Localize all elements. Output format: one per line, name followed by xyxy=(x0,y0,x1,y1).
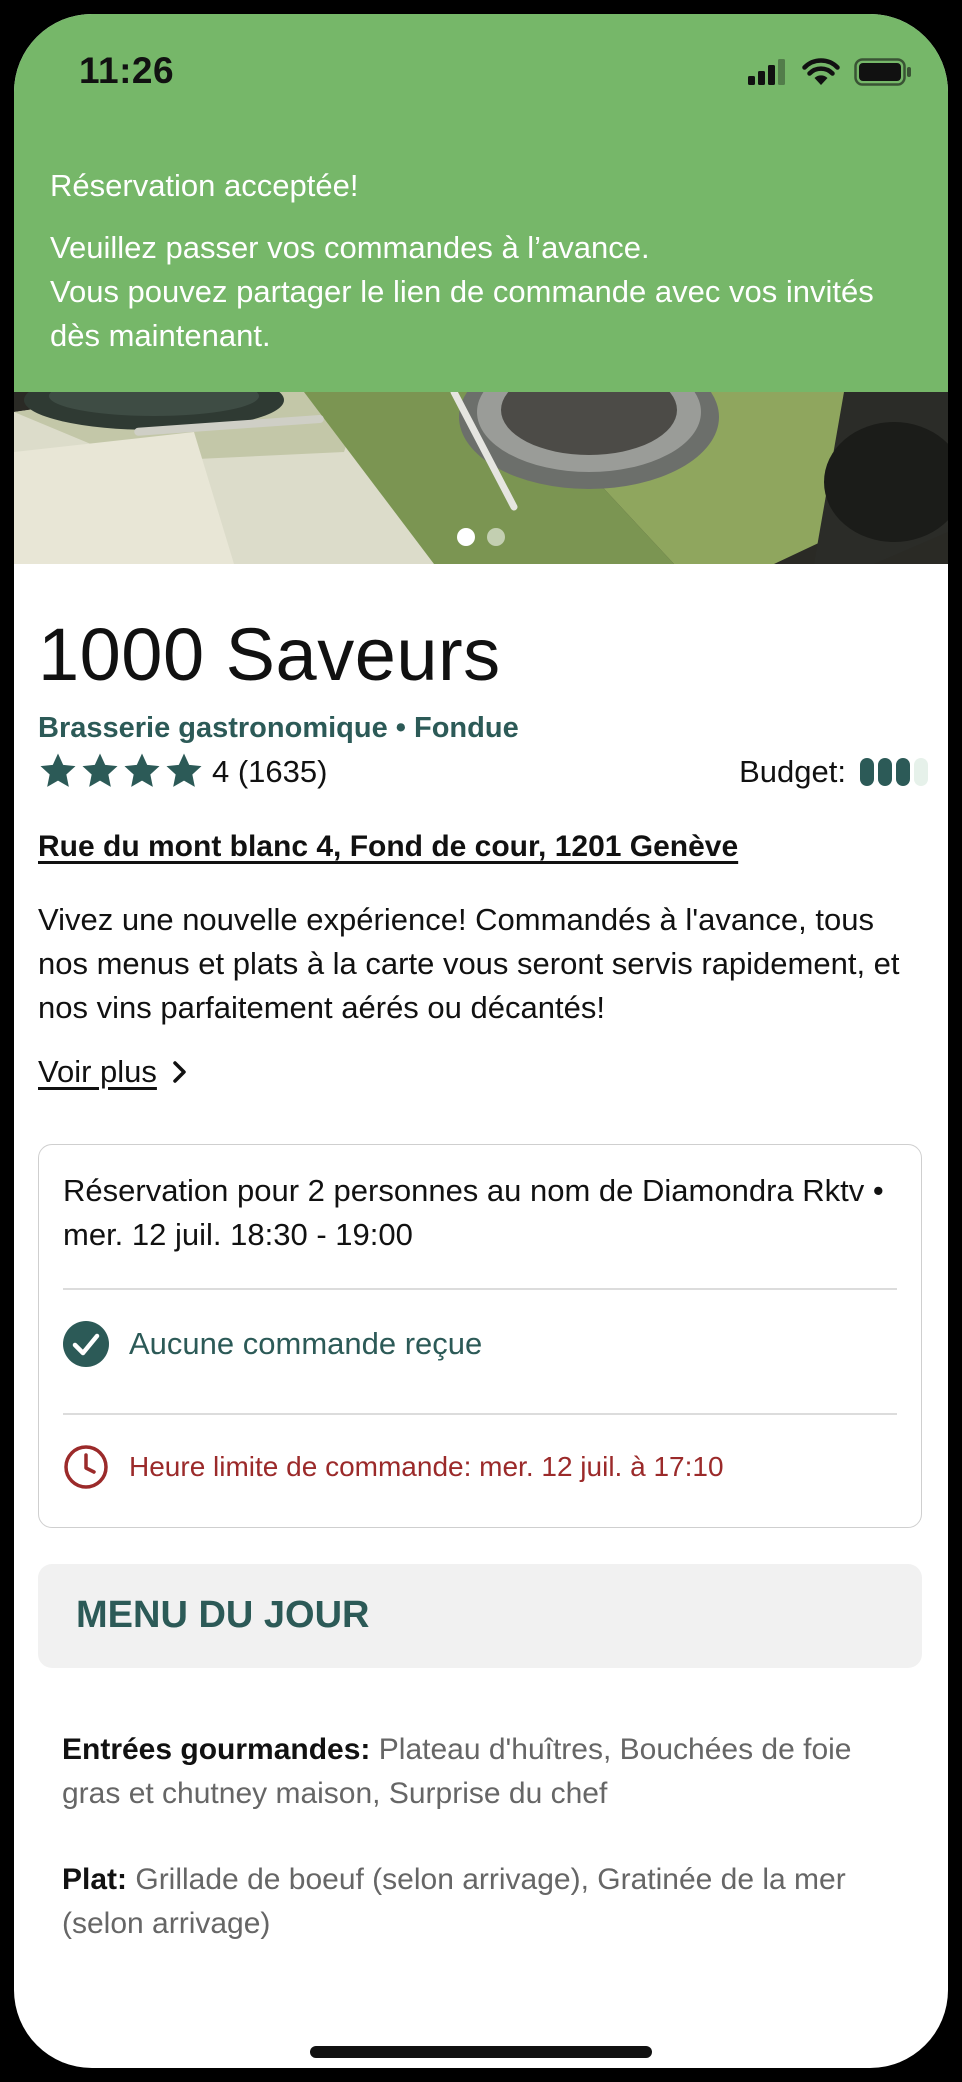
budget-bar xyxy=(878,758,892,786)
banner-message: Veuillez passer vos commandes à l’avance… xyxy=(50,230,874,353)
carousel-dots xyxy=(14,528,948,546)
budget-bar xyxy=(914,758,928,786)
see-more-label: Voir plus xyxy=(38,1054,157,1089)
menu-section-starters: Entrées gourmandes: Plateau d'huîtres, B… xyxy=(62,1728,918,1816)
check-circle-icon xyxy=(63,1321,109,1367)
menu-header: MENU DU JOUR xyxy=(38,1564,922,1668)
rating-stars xyxy=(38,751,204,791)
menu-section-label: Plat: xyxy=(62,1863,128,1896)
status-time: 11:26 xyxy=(79,50,175,91)
reservation-accepted-banner: Réservation acceptée! Veuillez passer vo… xyxy=(14,124,948,392)
divider xyxy=(63,1413,897,1415)
budget-bar xyxy=(896,758,910,786)
rating-row: 4 (1635) Budget: xyxy=(38,751,928,795)
restaurant-name: 1000 Saveurs xyxy=(38,613,501,696)
status-bar: 11:26 xyxy=(14,14,948,124)
menu-title: MENU DU JOUR xyxy=(76,1594,370,1636)
menu-section-main: Plat: Grillade de boeuf (selon arrivage)… xyxy=(62,1858,918,1946)
banner-title: Réservation acceptée! xyxy=(50,168,359,203)
restaurant-photo-carousel[interactable] xyxy=(14,392,948,564)
chevron-right-icon xyxy=(173,1061,186,1083)
restaurant-address-link[interactable]: Rue du mont blanc 4, Fond de cour, 1201 … xyxy=(38,830,738,864)
phone-frame: 11:26 Réservation acceptée! Veuillez pas… xyxy=(0,0,962,2082)
order-status-row: Aucune commande reçue xyxy=(63,1321,482,1367)
order-status-text: Aucune commande reçue xyxy=(129,1326,483,1361)
star-icon xyxy=(124,753,160,787)
screen: 11:26 Réservation acceptée! Veuillez pas… xyxy=(14,14,948,2068)
divider xyxy=(63,1288,897,1290)
menu-section-label: Entrées gourmandes: xyxy=(62,1733,371,1766)
reservation-details: Réservation pour 2 personnes au nom de D… xyxy=(63,1173,884,1252)
wifi-icon xyxy=(802,58,840,85)
budget-label: Budget: xyxy=(739,754,846,789)
budget-bars xyxy=(860,758,928,786)
status-icons xyxy=(748,58,912,86)
star-icon xyxy=(82,753,118,787)
restaurant-tags: Brasserie gastronomique • Fondue xyxy=(38,712,519,744)
signal-icon xyxy=(748,59,785,85)
see-more-link[interactable]: Voir plus xyxy=(38,1054,189,1090)
deadline-row: Heure limite de commande: mer. 12 juil. … xyxy=(63,1444,724,1490)
budget-bar xyxy=(860,758,874,786)
menu-section-items: Grillade de boeuf (selon arrivage), Grat… xyxy=(62,1863,846,1940)
rating-text: 4 (1635) xyxy=(212,754,328,789)
battery-icon xyxy=(854,58,911,86)
star-icon xyxy=(40,753,76,787)
home-indicator[interactable] xyxy=(310,2046,652,2058)
order-deadline-text: Heure limite de commande: mer. 12 juil. … xyxy=(129,1451,724,1482)
star-icon xyxy=(166,753,202,787)
carousel-dot-1[interactable] xyxy=(457,528,475,546)
budget-indicator: Budget: xyxy=(739,754,928,790)
clock-icon xyxy=(64,1445,108,1489)
reservation-card: Réservation pour 2 personnes au nom de D… xyxy=(38,1144,922,1528)
restaurant-description: Vivez une nouvelle expérience! Commandés… xyxy=(38,902,900,1025)
carousel-dot-2[interactable] xyxy=(487,528,505,546)
